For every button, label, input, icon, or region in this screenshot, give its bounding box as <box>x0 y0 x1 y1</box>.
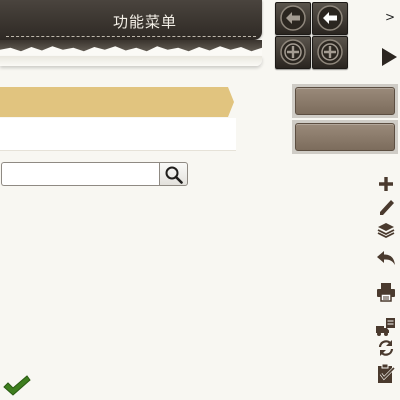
arrow-left-icon <box>280 5 306 31</box>
more-button[interactable]: > <box>385 10 395 24</box>
undo-icon[interactable] <box>375 248 397 270</box>
menu-title: 功能菜单 <box>112 13 177 31</box>
search-icon <box>165 166 183 184</box>
side-button-1[interactable] <box>292 84 398 118</box>
menu-header: 功能菜单 <box>0 0 262 66</box>
menu-paper-edge <box>0 56 262 66</box>
arrow-left-icon <box>317 5 343 31</box>
play-icon[interactable] <box>382 48 397 66</box>
layers-icon[interactable] <box>375 219 397 241</box>
back-button[interactable] <box>275 2 311 35</box>
confirm-check-icon[interactable] <box>2 374 32 398</box>
plus-circle-icon <box>317 39 343 65</box>
printer-icon[interactable] <box>375 281 397 303</box>
side-button-2[interactable] <box>292 120 398 154</box>
refresh-icon[interactable] <box>375 337 397 359</box>
truck-document-icon[interactable] <box>375 316 397 338</box>
plus-circle-icon <box>280 39 306 65</box>
add-button[interactable] <box>312 36 348 69</box>
pencil-icon[interactable] <box>375 198 397 220</box>
plus-icon[interactable] <box>375 173 397 195</box>
menu-torn-edge <box>0 40 262 52</box>
section-ribbon <box>0 87 234 117</box>
zoom-in-button[interactable] <box>275 36 311 69</box>
section-band <box>0 118 236 151</box>
back-button-active[interactable] <box>312 2 348 35</box>
search-input[interactable] <box>1 162 159 186</box>
search-button[interactable] <box>159 162 188 186</box>
menu-stitch-divider <box>6 36 256 37</box>
clipboard-check-icon[interactable] <box>375 363 397 385</box>
